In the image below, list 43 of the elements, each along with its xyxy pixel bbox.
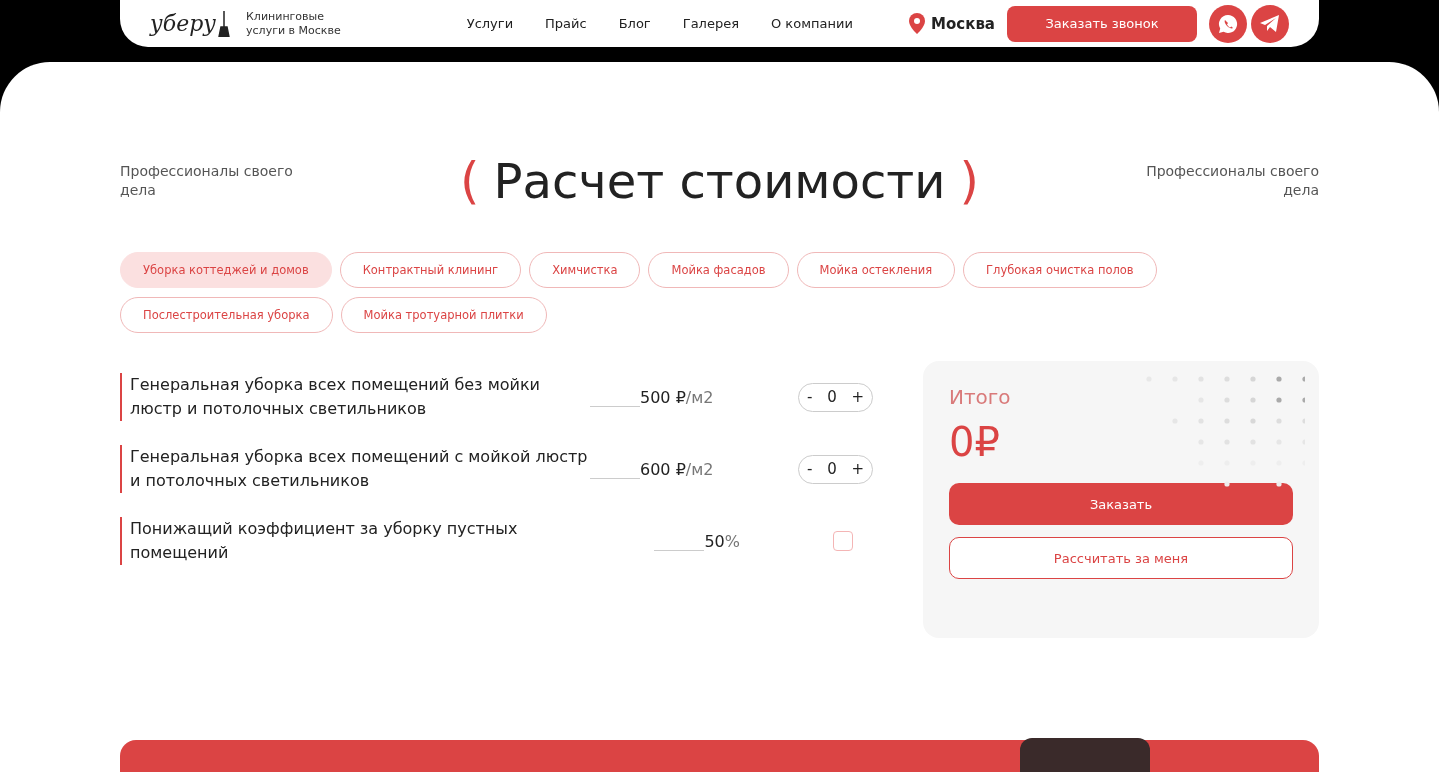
nav-link[interactable]: Услуги — [450, 16, 530, 31]
calculate-for-me-button[interactable]: Рассчитать за меня — [949, 537, 1293, 579]
nav-link[interactable]: Блог — [602, 16, 667, 31]
paper-plane-button[interactable] — [1251, 4, 1289, 43]
service-price: 600 ₽/м2 — [640, 460, 714, 479]
side-caption: Профессионалы своего дела — [120, 162, 294, 200]
category-tab[interactable]: Контрактный клининг — [339, 252, 522, 288]
nav-link[interactable]: Галерея — [666, 16, 755, 31]
category-tab[interactable]: Химчистка — [529, 252, 641, 288]
location-pin-icon — [909, 13, 926, 34]
service-name: Генеральная уборка всех помещений с мойкой люстр и потолочных светильников — [120, 445, 590, 493]
quantity-value: 0 — [827, 388, 837, 406]
category-tab[interactable]: Глубокая очистка полов — [963, 252, 1157, 288]
category-tab[interactable]: Уборка коттеджей и домов — [120, 252, 332, 288]
nav-link[interactable]: О компании — [755, 16, 869, 31]
order-button[interactable]: Заказать — [949, 483, 1293, 525]
decrement-button[interactable]: - — [807, 388, 813, 406]
category-tab[interactable]: Мойка остекления — [796, 252, 956, 288]
service-name: Генеральная уборка всех помещений без мойки люстр и потолочных светильников — [120, 373, 590, 421]
category-tab[interactable]: Мойка тротуарной плитки — [340, 297, 547, 333]
phone-chat-icon — [1218, 13, 1238, 34]
total-label: Итого — [949, 385, 1012, 409]
total-amount: 0₽ — [949, 419, 1001, 465]
tagline: Клининговые услуги в Москве — [246, 9, 341, 38]
side-caption: Профессионалы своего дела — [1145, 162, 1319, 200]
decrement-button[interactable]: - — [807, 460, 813, 478]
paper-plane-icon — [1260, 14, 1280, 33]
service-name: Понижащий коэффициент за уборку пустных помещений — [120, 517, 590, 565]
nav-link[interactable]: Прайс — [529, 16, 603, 31]
city-name[interactable]: Москва — [931, 14, 995, 33]
broom-icon — [218, 10, 231, 37]
service-price: 50% — [704, 532, 740, 551]
phone-chat-button[interactable] — [1209, 4, 1247, 43]
category-tab[interactable]: Мойка фасадов — [648, 252, 789, 288]
call-request-button[interactable]: Заказать звонок — [1007, 5, 1197, 42]
increment-button[interactable]: + — [851, 460, 864, 478]
logo[interactable]: уберу — [150, 10, 231, 37]
category-tab[interactable]: Послестроительная уборка — [120, 297, 333, 333]
page-title: ( Расчет стоимости ) — [460, 152, 979, 210]
checkbox[interactable] — [833, 531, 853, 551]
quantity-value: 0 — [827, 460, 837, 478]
increment-button[interactable]: + — [851, 388, 864, 406]
service-price: 500 ₽/м2 — [640, 388, 714, 407]
